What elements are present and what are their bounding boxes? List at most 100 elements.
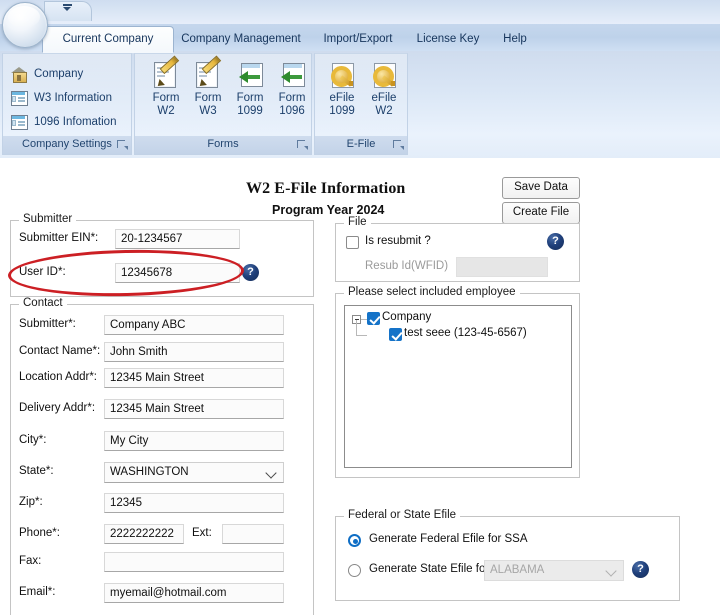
tab-current-company[interactable]: Current Company xyxy=(42,26,174,53)
resubmit-help-icon[interactable]: ? xyxy=(547,233,564,250)
ext-label: Ext: xyxy=(192,527,212,539)
contact-submitter-input[interactable]: Company ABC xyxy=(104,315,284,335)
contact-group: Contact Submitter*: Company ABC Contact … xyxy=(10,297,314,615)
is-resubmit-checkbox[interactable] xyxy=(346,236,359,249)
zip-input[interactable]: 12345 xyxy=(104,493,284,513)
label-line2: 1096 xyxy=(279,105,305,117)
tab-label: Import/Export xyxy=(323,33,393,45)
phone-label: Phone*: xyxy=(19,527,60,539)
tree-connector xyxy=(356,320,357,336)
dialog-launcher-icon[interactable] xyxy=(393,140,404,151)
ribbon-group-body: Form W2 Form W3 Form 1099 Form 1096 xyxy=(134,53,312,137)
ribbon-item-label: 1096 Infomation xyxy=(34,116,117,128)
submitter-group: Submitter Submitter EIN*: 20-1234567 Use… xyxy=(10,213,314,297)
edit-form-icon xyxy=(193,55,223,90)
ribbon-button-form-1096[interactable]: Form 1096 xyxy=(269,58,315,130)
customize-quick-access-icon[interactable] xyxy=(61,4,73,16)
tree-checkbox-employee[interactable] xyxy=(389,328,402,341)
user-id-help-icon[interactable]: ? xyxy=(242,264,259,281)
submitter-ein-input[interactable]: 20-1234567 xyxy=(115,229,240,249)
main-content: W2 E-File Information Program Year 2024 … xyxy=(0,158,720,615)
city-input[interactable]: My City xyxy=(104,431,284,451)
ribbon-item-w3-information[interactable]: W3 Information xyxy=(11,87,112,109)
label-line1: eFile xyxy=(329,92,355,104)
radio-federal-efile-label: Generate Federal Efile for SSA xyxy=(369,533,528,545)
label-line2: W3 xyxy=(199,105,217,117)
page-subtitle: Program Year 2024 xyxy=(272,203,385,217)
ribbon-button-label: eFile W2 xyxy=(358,92,410,118)
efile-key-icon xyxy=(369,60,399,90)
radio-federal-efile[interactable] xyxy=(348,534,361,547)
email-label: Email*: xyxy=(19,586,56,598)
ribbon-group-caption: E-File xyxy=(314,136,408,155)
form-table-icon xyxy=(11,114,28,130)
ribbon-button-efile-w2[interactable]: eFile W2 xyxy=(361,58,407,130)
state-efile-help-icon[interactable]: ? xyxy=(632,561,649,578)
ribbon-button-label: Form 1096 xyxy=(266,92,318,118)
submitter-group-caption: Submitter xyxy=(19,213,77,225)
email-input[interactable]: myemail@hotmail.com xyxy=(104,583,284,603)
ribbon-item-label: Company xyxy=(34,68,84,80)
file-group-caption: File xyxy=(344,216,371,228)
ribbon-group-company-settings: Company W3 Information 1096 Infomation C xyxy=(2,53,132,155)
label-line1: eFile xyxy=(371,92,397,104)
ribbon-group-efile: eFile 1099 eFile W2 E-File xyxy=(314,53,408,155)
contact-name-input[interactable]: John Smith xyxy=(104,342,284,362)
office-orb-icon[interactable] xyxy=(2,2,48,48)
state-select[interactable]: WASHINGTON xyxy=(104,462,284,483)
delivery-addr-input[interactable]: 12345 Main Street xyxy=(104,399,284,419)
delivery-addr-label: Delivery Addr*: xyxy=(19,402,96,414)
user-id-input[interactable]: 12345678 xyxy=(115,263,240,283)
dialog-launcher-icon[interactable] xyxy=(297,140,308,151)
submitter-ein-label: Submitter EIN*: xyxy=(19,232,99,244)
tab-help[interactable]: Help xyxy=(481,27,549,51)
save-data-button[interactable]: Save Data xyxy=(502,177,580,199)
location-addr-input[interactable]: 12345 Main Street xyxy=(104,368,284,388)
employee-select-group: Please select included employee Company … xyxy=(335,286,580,478)
import-form-icon xyxy=(277,60,307,90)
tree-label-employee: test seee (123-45-6567) xyxy=(404,327,527,339)
tab-label: Company Management xyxy=(181,33,301,45)
tree-checkbox-company[interactable] xyxy=(367,312,380,325)
tab-company-management[interactable]: Company Management xyxy=(161,27,321,51)
label-line2: 1099 xyxy=(237,105,263,117)
ribbon-item-label: W3 Information xyxy=(34,92,112,104)
ribbon-group-forms: Form W2 Form W3 Form 1099 Form 1096 Form… xyxy=(134,53,312,155)
fax-input[interactable] xyxy=(104,552,284,572)
import-form-icon xyxy=(235,60,265,90)
resub-id-input[interactable] xyxy=(456,257,548,277)
radio-state-efile-label: Generate State Efile for xyxy=(369,563,490,575)
form-table-icon xyxy=(11,90,28,106)
tree-label-company: Company xyxy=(382,311,432,323)
label-line2: W2 xyxy=(157,105,175,117)
contact-submitter-label: Submitter*: xyxy=(19,318,76,330)
label-line2: 1099 xyxy=(329,105,355,117)
ext-input[interactable] xyxy=(222,524,284,544)
contact-group-caption: Contact xyxy=(19,297,67,309)
state-efile-select-value: ALABAMA xyxy=(490,564,545,576)
is-resubmit-label: Is resubmit ? xyxy=(365,235,431,247)
fax-label: Fax: xyxy=(19,555,42,567)
ribbon-group-caption: Forms xyxy=(134,136,312,155)
state-select-value: WASHINGTON xyxy=(110,466,189,478)
tab-label: License Key xyxy=(416,33,480,45)
contact-name-label: Contact Name*: xyxy=(19,345,101,357)
label-line1: Form xyxy=(278,92,306,104)
label-line1: Form xyxy=(194,92,222,104)
create-file-button[interactable]: Create File xyxy=(502,202,580,224)
user-id-label: User ID*: xyxy=(19,266,66,278)
title-bar xyxy=(0,0,720,24)
ribbon-group-body: Company W3 Information 1096 Infomation xyxy=(2,53,132,137)
employee-tree[interactable]: Company test seee (123-45-6567) xyxy=(344,305,572,468)
ribbon-item-1096-information[interactable]: 1096 Infomation xyxy=(11,111,116,133)
state-efile-select[interactable]: ALABAMA xyxy=(484,560,624,581)
ribbon: Company W3 Information 1096 Infomation C xyxy=(0,51,720,159)
ribbon-item-company[interactable]: Company xyxy=(11,63,83,85)
ribbon-group-caption-text: Company Settings xyxy=(22,138,112,150)
radio-state-efile[interactable] xyxy=(348,564,361,577)
dialog-launcher-icon[interactable] xyxy=(117,140,128,151)
employee-group-caption: Please select included employee xyxy=(344,286,520,298)
tab-label: Current Company xyxy=(62,33,154,45)
phone-input[interactable]: 2222222222 xyxy=(104,524,184,544)
ribbon-group-body: eFile 1099 eFile W2 xyxy=(314,53,408,137)
